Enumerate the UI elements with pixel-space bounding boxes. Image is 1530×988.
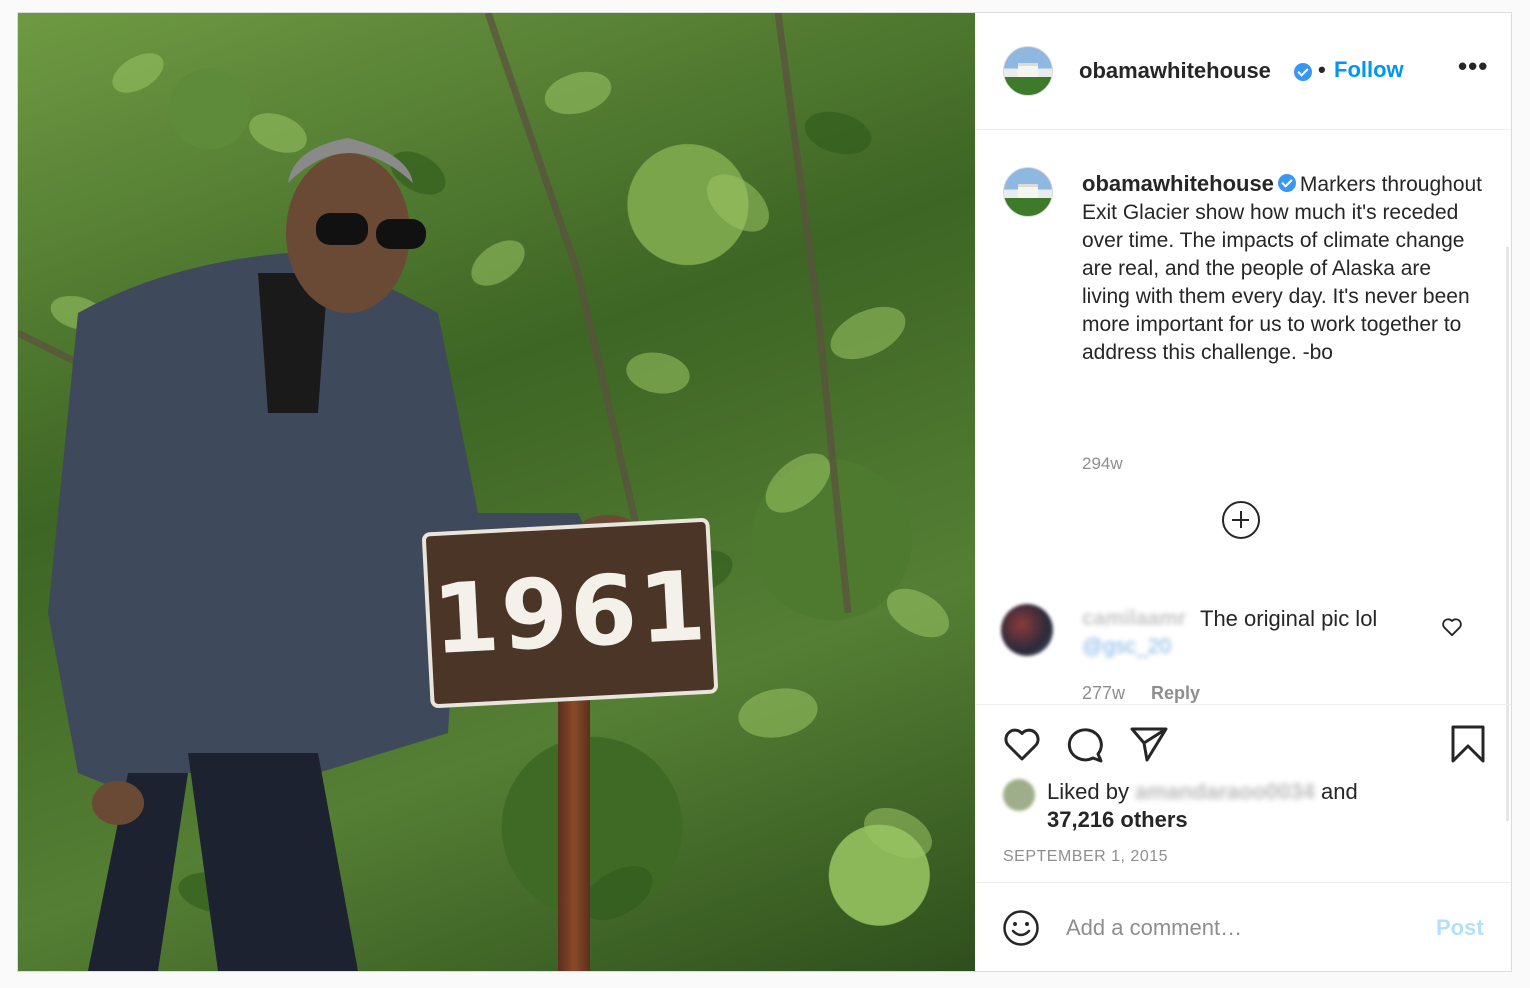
post-comment-button[interactable]: Post <box>1436 915 1484 941</box>
separator-dot: • <box>1318 57 1326 82</box>
comments-section[interactable]: obamawhitehouse Markers throughout Exit G… <box>976 130 1511 821</box>
caption-timestamp[interactable]: 294w <box>1082 454 1123 474</box>
person-figure <box>48 138 640 971</box>
post-caption: obamawhitehouse Markers throughout Exit G… <box>1082 170 1482 367</box>
post-date[interactable]: SEPTEMBER 1, 2015 <box>1003 848 1168 866</box>
liked-by-suffix: and <box>1320 779 1358 804</box>
comment-like-icon[interactable] <box>1441 617 1463 637</box>
sign-text: 1961 <box>429 549 711 677</box>
post-side-panel: obamawhitehouse • Follow ••• obamawhiteh… <box>976 13 1511 971</box>
follow-button[interactable]: Follow <box>1334 57 1404 83</box>
verified-badge-icon <box>1294 63 1312 81</box>
liker-avatar[interactable] <box>1003 779 1035 811</box>
smiley-icon[interactable] <box>1002 909 1040 947</box>
profile-avatar[interactable] <box>1003 46 1053 96</box>
verified-badge-icon <box>1277 174 1296 193</box>
post-header: obamawhitehouse • Follow ••• <box>976 13 1511 130</box>
year-marker-sign: 1961 <box>421 517 719 709</box>
header-username[interactable]: obamawhitehouse <box>1079 58 1271 84</box>
reply-button[interactable]: Reply <box>1151 683 1200 704</box>
load-more-comments-icon[interactable] <box>1222 501 1260 539</box>
comment-username[interactable]: camilaamr <box>1082 607 1186 631</box>
comment-text: The original pic lol <box>1200 606 1378 631</box>
liker-username[interactable]: amandaraoo0034 <box>1135 779 1315 805</box>
bookmark-icon[interactable] <box>1450 724 1486 764</box>
more-options-icon[interactable]: ••• <box>1458 51 1488 82</box>
liked-by-prefix: Liked by <box>1047 779 1129 804</box>
caption-username[interactable]: obamawhitehouse <box>1082 171 1274 196</box>
paper-plane-icon[interactable] <box>1129 724 1169 764</box>
likes-count[interactable]: 37,216 others <box>1047 807 1188 833</box>
comment-input[interactable] <box>1066 911 1406 945</box>
sign-post <box>558 697 590 971</box>
caption-avatar[interactable] <box>1003 167 1053 217</box>
comment-mention[interactable]: @gsc_20 <box>1082 635 1171 659</box>
comment-bubble-icon[interactable] <box>1065 724 1105 764</box>
post-photo[interactable]: 1961 <box>18 13 975 971</box>
commenter-avatar[interactable] <box>1001 604 1053 656</box>
heart-icon[interactable] <box>1002 724 1042 764</box>
comment-timestamp[interactable]: 277w <box>1082 683 1125 704</box>
liked-by-line: Liked by amandaraoo0034 and <box>1047 779 1358 805</box>
post-actions: Liked by amandaraoo0034 and 37,216 other… <box>976 704 1511 882</box>
add-comment-bar: Post <box>976 882 1511 971</box>
instagram-post: 1961 obamawhitehouse • Follow ••• obamaw… <box>17 12 1512 972</box>
caption-text: Markers throughout Exit Glacier show how… <box>1082 173 1483 364</box>
